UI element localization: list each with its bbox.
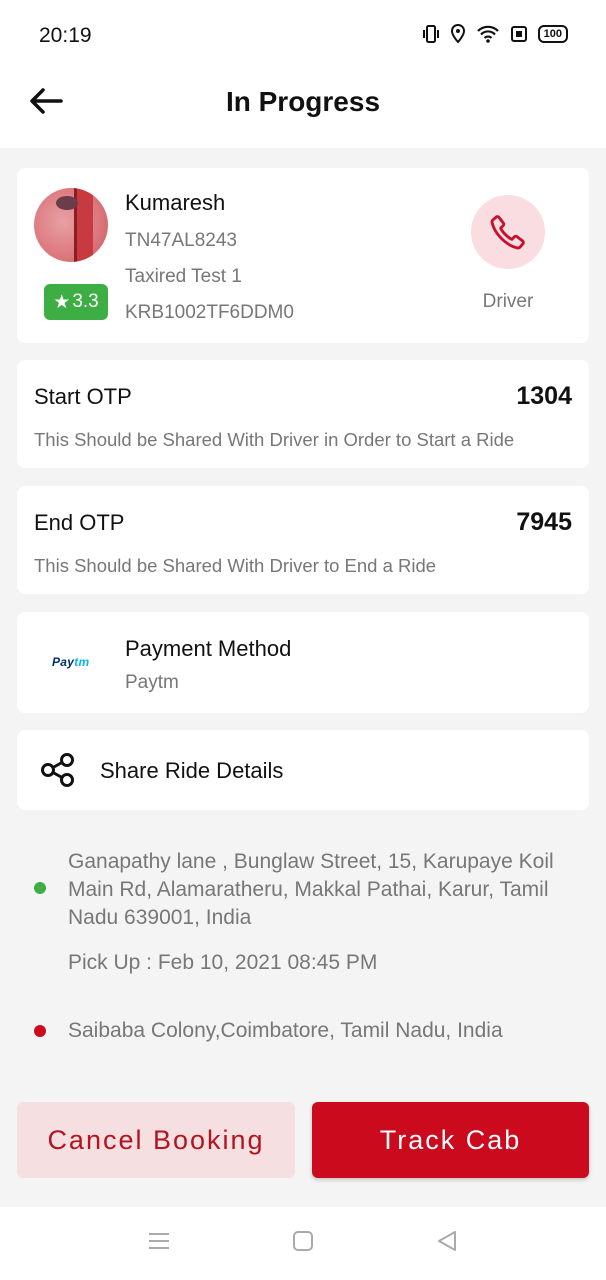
cancel-booking-button[interactable]: Cancel Booking xyxy=(17,1102,295,1178)
home-nav-icon[interactable] xyxy=(291,1229,315,1258)
track-cab-button[interactable]: Track Cab xyxy=(312,1102,589,1178)
start-otp-card: Start OTP 1304 This Should be Shared Wit… xyxy=(17,360,589,468)
driver-name: Kumaresh xyxy=(125,190,226,215)
pickup-address: Ganapathy lane , Bunglaw Street, 15, Kar… xyxy=(68,850,554,929)
share-ride-button[interactable]: Share Ride Details xyxy=(17,730,589,810)
call-driver-label: Driver xyxy=(482,291,534,312)
drop-dot xyxy=(34,1025,46,1037)
nfc-icon xyxy=(510,25,528,43)
share-icon xyxy=(39,752,77,793)
menu-nav-icon[interactable] xyxy=(147,1229,171,1258)
wifi-icon xyxy=(476,24,500,44)
payment-card: Paytm Payment Method Paytm xyxy=(17,612,589,713)
end-otp-title: End OTP xyxy=(34,510,125,535)
status-icons: 100 xyxy=(422,24,568,44)
start-otp-value: 1304 xyxy=(516,382,572,410)
status-time: 20:19 xyxy=(39,24,92,47)
start-otp-title: Start OTP xyxy=(34,384,132,409)
driver-id: KRB1002TF6DDM0 xyxy=(125,302,294,323)
star-icon: ★ xyxy=(53,291,71,313)
back-nav-icon[interactable] xyxy=(435,1229,459,1258)
system-nav-bar xyxy=(0,1207,606,1280)
payment-method-value: Paytm xyxy=(125,672,179,693)
rating-badge: ★ 3.3 xyxy=(44,284,108,320)
vibrate-icon xyxy=(422,24,440,44)
paytm-logo: Paytm xyxy=(52,655,90,669)
rating-value: 3.3 xyxy=(72,291,99,312)
payment-method-title: Payment Method xyxy=(125,636,292,661)
battery-icon: 100 xyxy=(537,25,568,43)
start-otp-description: This Should be Shared With Driver in Ord… xyxy=(34,429,515,450)
share-ride-label: Share Ride Details xyxy=(100,758,284,783)
page-title: In Progress xyxy=(225,86,381,117)
phone-icon xyxy=(490,215,525,250)
pickup-dot xyxy=(34,882,46,894)
status-bar: 20:19 100 xyxy=(0,0,606,72)
end-otp-value: 7945 xyxy=(516,508,572,536)
pickup-time: Pick Up : Feb 10, 2021 08:45 PM xyxy=(68,951,378,974)
driver-card: ★ 3.3 Kumaresh TN47AL8243 Taxired Test 1… xyxy=(17,168,589,343)
call-driver-button[interactable] xyxy=(471,195,545,269)
driver-avatar xyxy=(34,188,108,262)
end-otp-description: This Should be Shared With Driver to End… xyxy=(34,555,437,576)
app-bar: In Progress xyxy=(0,72,606,148)
end-otp-card: End OTP 7945 This Should be Shared With … xyxy=(17,486,589,594)
vehicle-number: TN47AL8243 xyxy=(125,230,237,251)
vehicle-model: Taxired Test 1 xyxy=(125,266,242,287)
drop-address: Saibaba Colony,Coimbatore, Tamil Nadu, I… xyxy=(68,1019,503,1042)
location-icon xyxy=(450,24,466,44)
